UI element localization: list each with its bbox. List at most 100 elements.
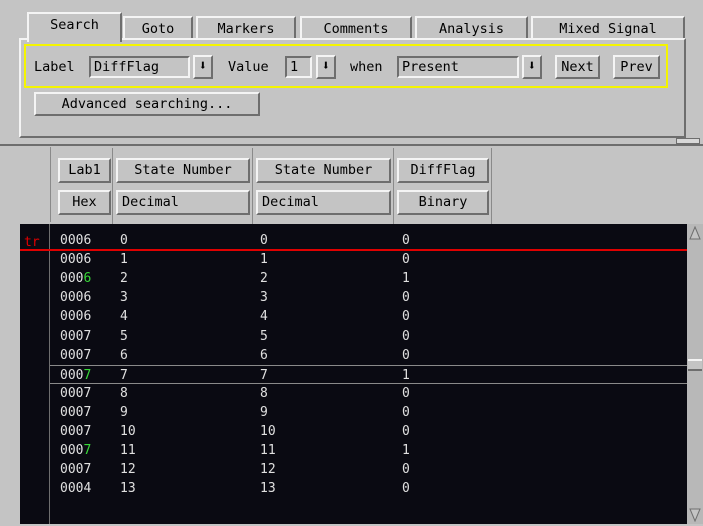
table-row[interactable]: 0004 13 13 0 [50, 479, 687, 498]
table-row[interactable]: 0006 0 0 0 [50, 231, 687, 250]
table-row[interactable]: 0006 3 3 0 [50, 288, 687, 307]
cell-diffflag: 0 [402, 481, 410, 497]
column-state-number-2-base[interactable]: Decimal [256, 190, 391, 215]
tab-search[interactable]: Search [27, 12, 122, 42]
down-arrow-icon: ⬇ [198, 58, 208, 74]
cell-state-number-2: 12 [260, 462, 276, 478]
next-button[interactable]: Next [555, 55, 600, 79]
column-separator [252, 148, 253, 224]
value-dropdown-button[interactable]: ⬇ [316, 55, 336, 79]
cell-lab1-prefix: 000 [60, 271, 84, 287]
cell-state-number-1: 11 [120, 443, 136, 459]
listing-data-area[interactable]: 0006 0 0 0 0006 1 1 0 0006 2 2 1 0006 3 3 0 0006 4 4 0 0007 5… [50, 224, 687, 524]
cell-diffflag: 0 [402, 424, 410, 439]
scroll-up-arrow-icon[interactable] [689, 225, 701, 240]
cell-state-number-1: 9 [120, 404, 128, 420]
cell-lab1: 0006 [60, 309, 92, 325]
marker-gutter [20, 224, 50, 524]
cell-lab1: 0006 [60, 290, 92, 306]
value-field[interactable]: 1 [285, 56, 312, 78]
when-field[interactable]: Present [397, 56, 519, 78]
cell-lab1-changed-digit: 7 [83, 443, 92, 459]
cell-state-number-2: 1 [260, 252, 268, 268]
tab-markers[interactable]: Markers [196, 16, 296, 40]
cell-state-number-2: 9 [260, 404, 268, 420]
cell-lab1-changed-digit: 7 [83, 367, 92, 383]
cell-state-number-1: 13 [120, 481, 136, 497]
column-separator [112, 148, 113, 224]
cell-lab1: 0006 [60, 233, 92, 248]
trigger-marker: tr [24, 235, 40, 250]
prev-button[interactable]: Prev [613, 55, 660, 79]
cell-state-number-2: 6 [260, 347, 268, 363]
cell-lab1: 0007 [60, 347, 92, 363]
table-row[interactable]: 0007 8 8 0 [50, 384, 687, 403]
cell-state-number-1: 7 [120, 367, 128, 383]
column-separator [491, 148, 492, 224]
column-diffflag-base[interactable]: Binary [397, 190, 489, 215]
cell-lab1: 0007 [60, 366, 91, 385]
cell-diffflag: 0 [402, 328, 410, 344]
cell-state-number-1: 1 [120, 252, 128, 268]
splitter-handle[interactable] [676, 138, 700, 144]
table-row[interactable]: 0006 2 2 1 [50, 269, 687, 288]
when-dropdown-button[interactable]: ⬇ [522, 55, 542, 79]
vertical-scrollbar[interactable] [687, 224, 703, 524]
cell-state-number-2: 7 [260, 367, 268, 383]
table-row[interactable]: 0007 5 5 0 [50, 327, 687, 346]
scroll-down-arrow-icon[interactable] [689, 508, 701, 523]
cell-lab1: 0004 [60, 481, 92, 497]
table-row[interactable]: 0007 9 9 0 [50, 403, 687, 422]
tab-mixed-signal[interactable]: Mixed Signal [531, 16, 685, 40]
tab-label: Analysis [438, 21, 505, 37]
advanced-searching-button[interactable]: Advanced searching... [34, 92, 260, 116]
tab-goto[interactable]: Goto [123, 16, 193, 40]
table-row[interactable]: 0007 12 12 0 [50, 460, 687, 479]
table-row[interactable]: 0007 6 6 0 [50, 346, 687, 365]
cell-lab1: 0007 [60, 404, 92, 420]
down-arrow-icon: ⬇ [321, 58, 331, 74]
cell-diffflag: 0 [402, 252, 410, 268]
tab-analysis[interactable]: Analysis [415, 16, 528, 40]
cell-diffflag: 0 [402, 290, 410, 306]
tab-label: Markers [217, 21, 275, 37]
table-row[interactable]: 0007 7 7 1 [50, 364, 687, 385]
column-state-number-2-name[interactable]: State Number [256, 158, 391, 183]
cell-state-number-1: 4 [120, 309, 128, 325]
cell-state-number-2: 3 [260, 290, 268, 306]
cell-state-number-1: 3 [120, 290, 128, 306]
value-prefix: Value [228, 59, 269, 75]
cell-diffflag: 0 [402, 347, 410, 363]
column-diffflag-name[interactable]: DiffFlag [397, 158, 489, 183]
cell-state-number-2: 4 [260, 309, 268, 325]
cell-diffflag: 0 [402, 233, 410, 248]
cell-state-number-1: 0 [120, 233, 128, 248]
cell-lab1: 0007 [60, 385, 92, 401]
cell-lab1: 0007 [60, 328, 92, 344]
cell-diffflag: 0 [402, 404, 410, 420]
column-state-number-1-base[interactable]: Decimal [116, 190, 250, 215]
scroll-thumb[interactable] [688, 359, 702, 371]
pane-divider [0, 144, 703, 146]
cell-state-number-2: 11 [260, 443, 276, 459]
cell-diffflag: 1 [402, 443, 410, 459]
table-row[interactable]: 0006 1 1 0 [50, 250, 687, 269]
cell-lab1-prefix: 000 [60, 367, 84, 383]
table-row[interactable]: 0006 4 4 0 [50, 307, 687, 326]
column-separator [393, 148, 394, 224]
table-row[interactable]: 0007 10 10 0 [50, 422, 687, 441]
cell-lab1: 0007 [60, 462, 92, 478]
cell-state-number-1: 5 [120, 328, 128, 344]
cell-state-number-1: 8 [120, 385, 128, 401]
tab-comments[interactable]: Comments [300, 16, 412, 40]
cell-state-number-1: 10 [120, 424, 136, 439]
column-state-number-1-name[interactable]: State Number [116, 158, 250, 183]
table-row[interactable]: 0007 11 11 1 [50, 441, 687, 460]
column-lab1-name[interactable]: Lab1 [58, 158, 111, 183]
down-arrow-icon: ⬇ [527, 58, 537, 74]
column-lab1-base[interactable]: Hex [58, 190, 111, 215]
label-field[interactable]: DiffFlag [89, 56, 190, 78]
cell-lab1: 0007 [60, 424, 92, 439]
label-dropdown-button[interactable]: ⬇ [193, 55, 213, 79]
tab-label: Search [50, 17, 99, 33]
